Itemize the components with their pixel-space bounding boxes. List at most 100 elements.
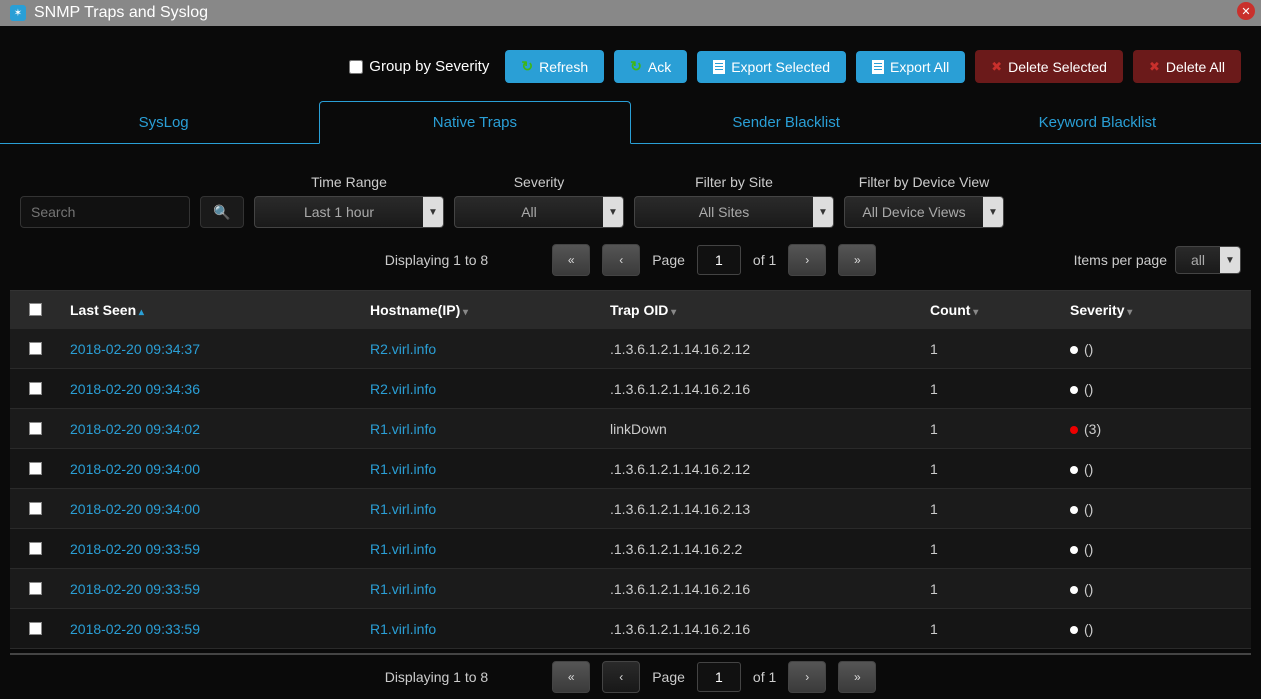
severity-cell: () [1060, 501, 1251, 517]
page-of-label: of 1 [753, 669, 776, 685]
table-row[interactable]: 2018-02-20 09:33:59R1.virl.info.1.3.6.1.… [10, 529, 1251, 569]
tab-keyword-blacklist[interactable]: Keyword Blacklist [942, 101, 1253, 143]
row-checkbox[interactable] [29, 622, 42, 635]
severity-value: All [455, 204, 603, 220]
last-seen-link[interactable]: 2018-02-20 09:33:59 [70, 621, 200, 637]
table-row[interactable]: 2018-02-20 09:34:00R1.virl.info.1.3.6.1.… [10, 449, 1251, 489]
select-all-checkbox[interactable] [29, 303, 42, 316]
last-page-button[interactable]: » [838, 244, 876, 276]
severity-cell: () [1060, 541, 1251, 557]
count-cell: 1 [920, 541, 1060, 557]
last-seen-link[interactable]: 2018-02-20 09:34:00 [70, 461, 200, 477]
severity-select[interactable]: All ▼ [454, 196, 624, 228]
devview-value: All Device Views [845, 204, 983, 220]
first-page-button[interactable]: « [552, 244, 590, 276]
count-cell: 1 [920, 621, 1060, 637]
row-checkbox[interactable] [29, 582, 42, 595]
row-checkbox[interactable] [29, 342, 42, 355]
chevron-down-icon: ▼ [603, 197, 623, 227]
delete-all-button[interactable]: Delete All [1133, 50, 1241, 83]
window-title: SNMP Traps and Syslog [34, 4, 208, 22]
close-button[interactable]: ✕ [1237, 2, 1255, 20]
row-checkbox[interactable] [29, 542, 42, 555]
site-label: Filter by Site [695, 174, 773, 190]
next-page-button[interactable]: › [788, 244, 826, 276]
severity-dot-icon [1070, 386, 1078, 394]
items-per-page-label: Items per page [1074, 252, 1167, 268]
page-label: Page [652, 669, 685, 685]
action-toolbar: Group by Severity Refresh Ack Export Sel… [0, 26, 1261, 97]
export-all-button[interactable]: Export All [856, 51, 965, 83]
hostname-link[interactable]: R2.virl.info [370, 381, 436, 397]
export-selected-label: Export Selected [731, 59, 830, 75]
hostname-link[interactable]: R1.virl.info [370, 541, 436, 557]
last-seen-link[interactable]: 2018-02-20 09:33:59 [70, 581, 200, 597]
last-seen-link[interactable]: 2018-02-20 09:33:59 [70, 541, 200, 557]
hostname-link[interactable]: R1.virl.info [370, 621, 436, 637]
group-by-severity-checkbox[interactable] [349, 60, 363, 74]
col-severity[interactable]: Severity [1060, 302, 1251, 318]
hostname-link[interactable]: R2.virl.info [370, 341, 436, 357]
row-checkbox[interactable] [29, 462, 42, 475]
page-input[interactable] [697, 662, 741, 692]
row-checkbox[interactable] [29, 382, 42, 395]
page-label: Page [652, 252, 685, 268]
table-row[interactable]: 2018-02-20 09:34:02R1.virl.infolinkDown1… [10, 409, 1251, 449]
last-seen-link[interactable]: 2018-02-20 09:34:00 [70, 501, 200, 517]
col-last-seen[interactable]: Last Seen [60, 302, 360, 318]
tab-sender-blacklist[interactable]: Sender Blacklist [631, 101, 942, 143]
row-checkbox[interactable] [29, 422, 42, 435]
app-icon: ✶ [10, 5, 26, 21]
search-button[interactable]: 🔍 [200, 196, 244, 228]
count-cell: 1 [920, 341, 1060, 357]
severity-dot-icon [1070, 546, 1078, 554]
chevron-down-icon: ▼ [983, 197, 1003, 227]
prev-page-button[interactable]: ‹ [602, 244, 640, 276]
chevron-down-icon: ▼ [813, 197, 833, 227]
hostname-link[interactable]: R1.virl.info [370, 501, 436, 517]
tab-syslog[interactable]: SysLog [8, 101, 319, 143]
severity-cell: () [1060, 581, 1251, 597]
chevron-down-icon: ▼ [1220, 247, 1240, 273]
hostname-link[interactable]: R1.virl.info [370, 581, 436, 597]
last-seen-link[interactable]: 2018-02-20 09:34:02 [70, 421, 200, 437]
delete-selected-label: Delete Selected [1008, 59, 1107, 75]
items-per-page-select[interactable]: all ▼ [1175, 246, 1241, 274]
group-by-severity-toggle[interactable]: Group by Severity [349, 58, 489, 75]
hostname-link[interactable]: R1.virl.info [370, 421, 436, 437]
ack-button[interactable]: Ack [614, 50, 687, 83]
refresh-label: Refresh [539, 59, 588, 75]
table-row[interactable]: 2018-02-20 09:33:59R1.virl.info.1.3.6.1.… [10, 609, 1251, 649]
filter-bar: 🔍 Time Range Last 1 hour ▼ Severity All … [0, 144, 1261, 238]
col-trap-oid[interactable]: Trap OID [600, 302, 920, 318]
refresh-button[interactable]: Refresh [505, 50, 604, 83]
delete-selected-button[interactable]: Delete Selected [975, 50, 1123, 83]
site-value: All Sites [635, 204, 813, 220]
search-input[interactable] [20, 196, 190, 228]
last-page-button[interactable]: » [838, 661, 876, 693]
site-select[interactable]: All Sites ▼ [634, 196, 834, 228]
hostname-link[interactable]: R1.virl.info [370, 461, 436, 477]
severity-dot-icon [1070, 466, 1078, 474]
page-input[interactable] [697, 245, 741, 275]
next-page-button[interactable]: › [788, 661, 826, 693]
devview-select[interactable]: All Device Views ▼ [844, 196, 1004, 228]
count-cell: 1 [920, 461, 1060, 477]
table-row[interactable]: 2018-02-20 09:34:36R2.virl.info.1.3.6.1.… [10, 369, 1251, 409]
first-page-button[interactable]: « [552, 661, 590, 693]
time-range-select[interactable]: Last 1 hour ▼ [254, 196, 444, 228]
table-row[interactable]: 2018-02-20 09:34:00R1.virl.info.1.3.6.1.… [10, 489, 1251, 529]
severity-cell: () [1060, 461, 1251, 477]
last-seen-link[interactable]: 2018-02-20 09:34:36 [70, 381, 200, 397]
prev-page-button[interactable]: ‹ [602, 661, 640, 693]
table-row[interactable]: 2018-02-20 09:33:59R1.virl.info.1.3.6.1.… [10, 569, 1251, 609]
severity-cell: () [1060, 341, 1251, 357]
export-selected-button[interactable]: Export Selected [697, 51, 846, 83]
delete-icon [991, 58, 1002, 75]
col-hostname[interactable]: Hostname(IP) [360, 302, 600, 318]
col-count[interactable]: Count [920, 302, 1060, 318]
last-seen-link[interactable]: 2018-02-20 09:34:37 [70, 341, 200, 357]
table-row[interactable]: 2018-02-20 09:34:37R2.virl.info.1.3.6.1.… [10, 329, 1251, 369]
tab-native-traps[interactable]: Native Traps [319, 101, 630, 144]
row-checkbox[interactable] [29, 502, 42, 515]
